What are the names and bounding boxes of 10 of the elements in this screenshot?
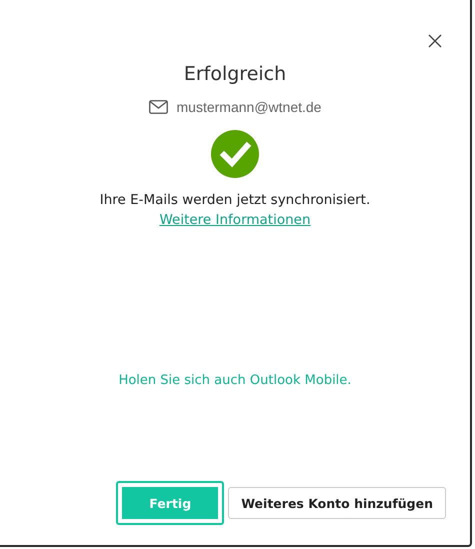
checkmark-icon	[211, 130, 259, 178]
account-email: mustermann@wtnet.de	[176, 99, 322, 115]
dialog-title: Erfolgreich	[184, 63, 286, 85]
more-info-link[interactable]: Weitere Informationen	[159, 212, 311, 228]
add-account-button[interactable]: Weiteres Konto hinzufügen	[228, 487, 446, 519]
mail-icon	[148, 100, 168, 114]
close-icon[interactable]	[428, 34, 442, 48]
done-button[interactable]: Fertig	[116, 481, 224, 525]
sync-message: Ihre E-Mails werden jetzt synchronisiert.	[100, 192, 370, 208]
outlook-mobile-link[interactable]: Holen Sie sich auch Outlook Mobile.	[118, 373, 352, 388]
